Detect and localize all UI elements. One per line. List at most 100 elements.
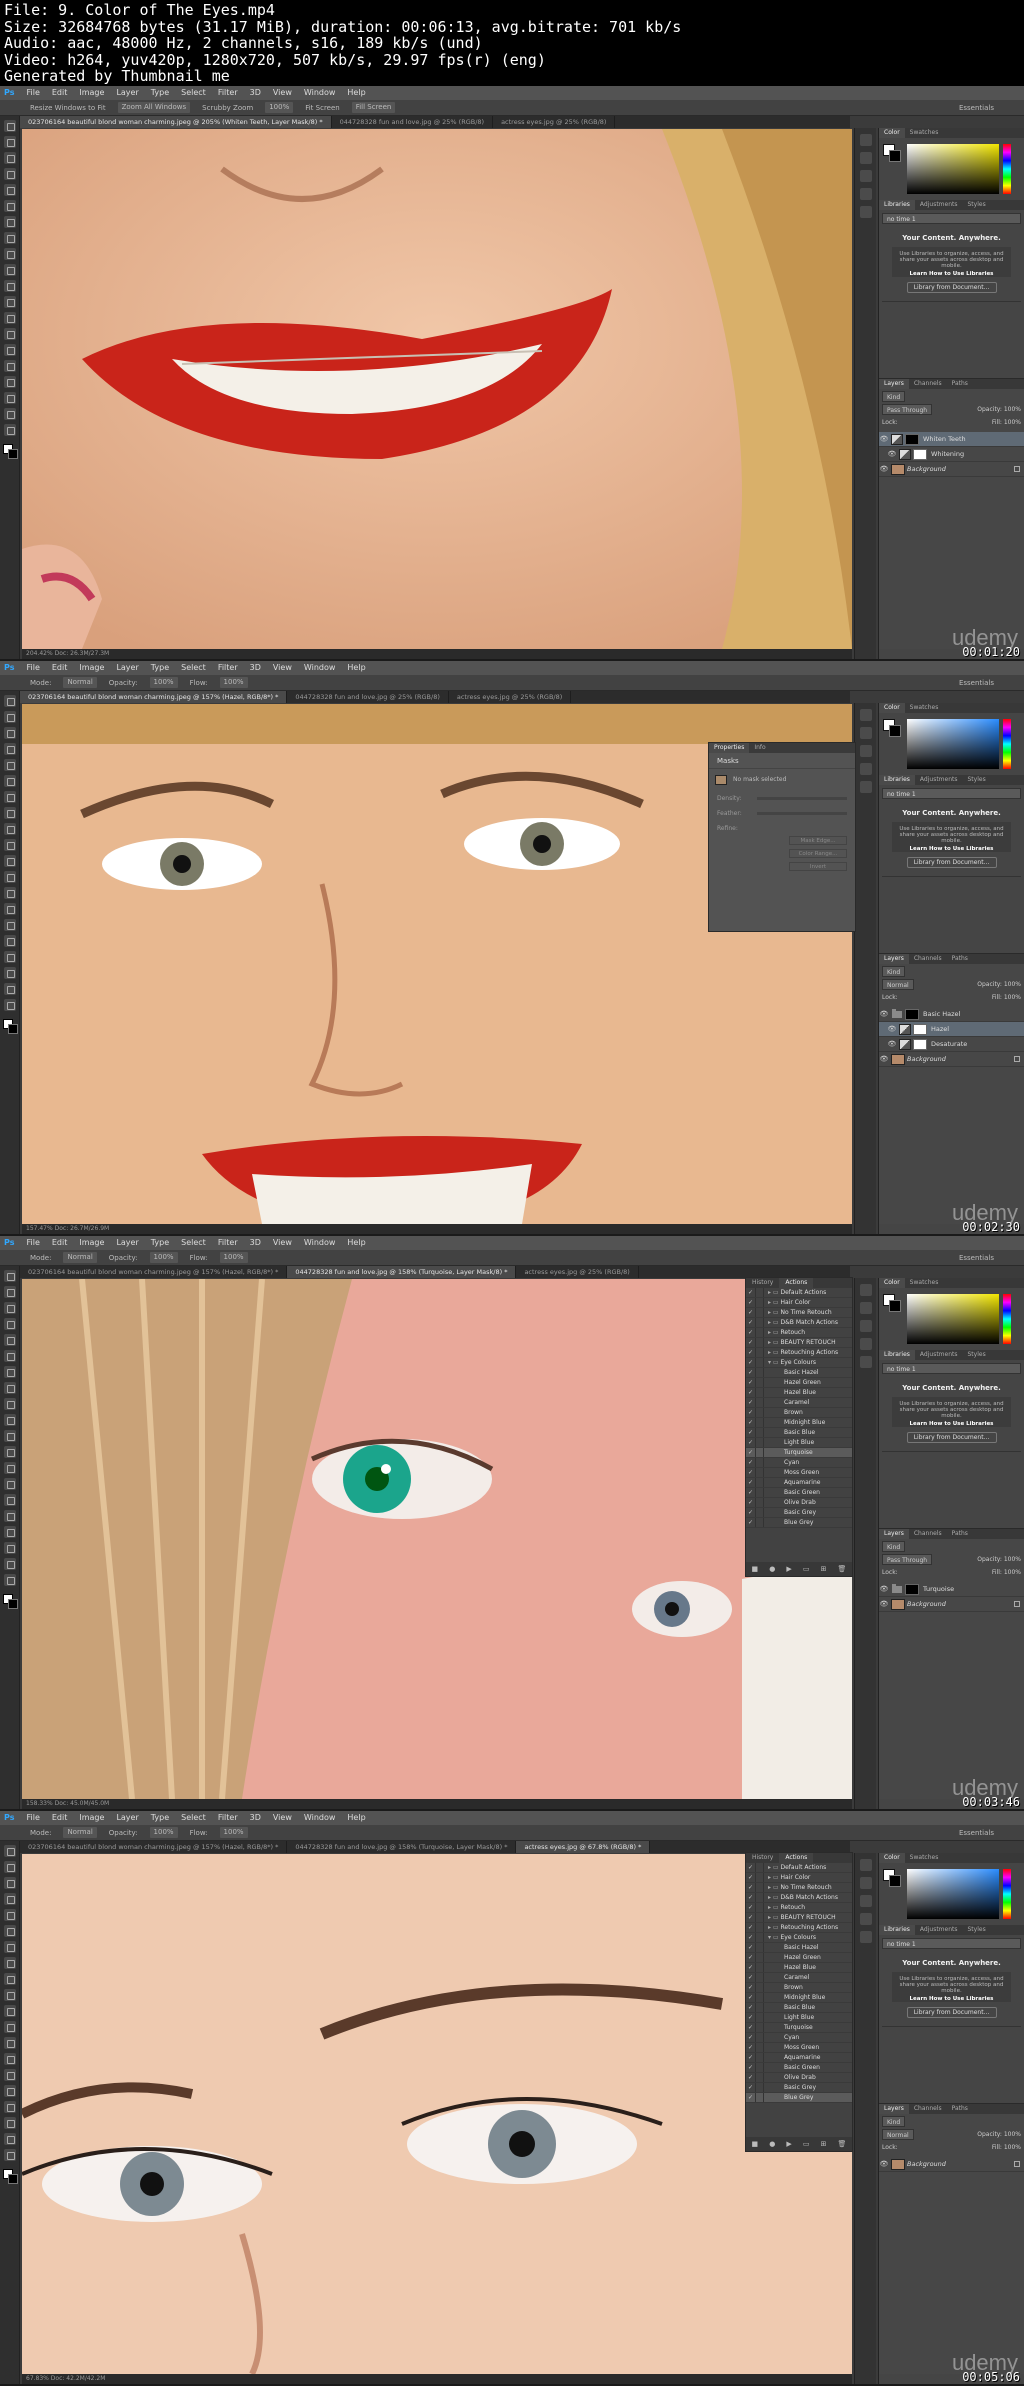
check-icon[interactable]: ✓ <box>746 2023 755 2032</box>
hand-tool-icon[interactable] <box>3 983 16 995</box>
visibility-eye-icon[interactable]: 👁 <box>887 1025 897 1033</box>
action-row[interactable]: ✓ Light Blue <box>746 2013 852 2023</box>
stop-icon[interactable]: ■ <box>752 2140 759 2148</box>
layer-row[interactable]: 👁 Background <box>879 1597 1024 1612</box>
layer-mask-thumbnail[interactable] <box>913 1038 927 1050</box>
document-tab[interactable]: 023706164 beautiful blond woman charming… <box>20 691 288 703</box>
menu-select[interactable]: Select <box>181 1811 206 1825</box>
option-item[interactable]: Normal <box>63 1827 97 1838</box>
hue-slider[interactable] <box>1003 144 1011 194</box>
action-row[interactable]: ✓ Turquoise <box>746 1448 852 1458</box>
document-tab[interactable]: 023706164 beautiful blond woman charming… <box>20 116 332 128</box>
filter-kind-dropdown[interactable]: Kind <box>882 966 906 977</box>
tab-channels[interactable]: Channels <box>909 379 947 389</box>
clone-stamp-tool-icon[interactable] <box>3 1973 16 1985</box>
visibility-eye-icon[interactable]: 👁 <box>879 2160 889 2168</box>
blur-tool-icon[interactable] <box>3 1462 16 1474</box>
opacity-field[interactable]: Opacity: 100% <box>977 2129 1021 2140</box>
type-tool-icon[interactable] <box>3 935 16 947</box>
document-tab[interactable]: actress eyes.jpg @ 25% (RGB/8) <box>449 691 572 703</box>
layer-mask-thumbnail[interactable] <box>905 1008 919 1020</box>
layer-row[interactable]: 👁 Desaturate <box>879 1037 1024 1052</box>
gradient-tool-icon[interactable] <box>3 1446 16 1458</box>
tab-paths[interactable]: Paths <box>947 2104 973 2114</box>
check-icon[interactable]: ✓ <box>746 1408 755 1417</box>
option-item[interactable]: Flow: <box>190 675 208 690</box>
eyedropper-tool-icon[interactable] <box>3 1925 16 1937</box>
quick-select-tool-icon[interactable] <box>3 168 16 180</box>
action-row[interactable]: ✓ Hazel Blue <box>746 1963 852 1973</box>
brush-panel-icon[interactable] <box>859 1356 872 1368</box>
dialog-toggle[interactable] <box>755 1318 764 1327</box>
new-set-icon[interactable]: ▭ <box>803 2140 810 2148</box>
menu-help[interactable]: Help <box>347 661 365 675</box>
brush-panel-icon[interactable] <box>859 206 872 218</box>
color-picker-field[interactable] <box>907 144 999 194</box>
tab-history[interactable]: History <box>746 1278 779 1288</box>
menu-edit[interactable]: Edit <box>52 1236 68 1250</box>
dialog-toggle[interactable] <box>755 1408 764 1417</box>
dialog-toggle[interactable] <box>755 1398 764 1407</box>
dialog-toggle[interactable] <box>755 2043 764 2052</box>
dialog-toggle[interactable] <box>755 1468 764 1477</box>
gradient-tool-icon[interactable] <box>3 296 16 308</box>
play-icon[interactable]: ▶ <box>786 2140 791 2148</box>
action-row[interactable]: ✓ Hair Color <box>746 1298 852 1308</box>
layer-row[interactable]: 👁 Background <box>879 1052 1024 1067</box>
shape-tool-icon[interactable] <box>3 392 16 404</box>
background-color-swatch[interactable] <box>889 150 901 162</box>
dialog-toggle[interactable] <box>755 1418 764 1427</box>
check-icon[interactable]: ✓ <box>746 1873 755 1882</box>
dialog-toggle[interactable] <box>755 1498 764 1507</box>
actions-panel-icon[interactable] <box>859 1302 872 1314</box>
option-item[interactable]: Mode: <box>30 1825 51 1840</box>
info-panel-icon[interactable] <box>859 1913 872 1925</box>
action-row[interactable]: ✓ Retouch <box>746 1328 852 1338</box>
visibility-eye-icon[interactable]: 👁 <box>887 450 897 458</box>
dialog-toggle[interactable] <box>755 2003 764 2012</box>
layer-mask-thumbnail[interactable] <box>905 1583 919 1595</box>
menu-file[interactable]: File <box>26 1811 39 1825</box>
eyedropper-tool-icon[interactable] <box>3 775 16 787</box>
history-panel-icon[interactable] <box>859 709 872 721</box>
menu-filter[interactable]: Filter <box>218 86 238 100</box>
check-icon[interactable]: ✓ <box>746 2083 755 2092</box>
menu-view[interactable]: View <box>273 86 292 100</box>
marquee-tool-icon[interactable] <box>3 711 16 723</box>
tab-channels[interactable]: Channels <box>909 1529 947 1539</box>
hue-slider[interactable] <box>1003 1869 1011 1919</box>
document-tab[interactable]: 044728328 fun and love.jpg @ 158% (Turqu… <box>287 1841 517 1853</box>
clone-stamp-tool-icon[interactable] <box>3 248 16 260</box>
dialog-toggle[interactable] <box>755 1388 764 1397</box>
workspace-switcher[interactable]: Essentials <box>959 675 994 691</box>
action-row[interactable]: ✓ Hazel Blue <box>746 1388 852 1398</box>
option-item[interactable]: Opacity: <box>109 1250 138 1265</box>
layer-row[interactable]: 👁 Whitening <box>879 447 1024 462</box>
tab-swatches[interactable]: Swatches <box>905 128 944 138</box>
color-picker-field[interactable] <box>907 719 999 769</box>
menu-file[interactable]: File <box>26 661 39 675</box>
menu-window[interactable]: Window <box>304 1236 336 1250</box>
menu-type[interactable]: Type <box>151 1811 169 1825</box>
check-icon[interactable]: ✓ <box>746 2093 755 2102</box>
workspace-switcher[interactable]: Essentials <box>959 1250 994 1266</box>
background-color-swatch[interactable] <box>889 1875 901 1887</box>
history-brush-tool-icon[interactable] <box>3 1414 16 1426</box>
menu-image[interactable]: Image <box>79 1236 104 1250</box>
visibility-eye-icon[interactable]: 👁 <box>879 1055 889 1063</box>
library-from-document-button[interactable]: Library from Document... <box>906 1432 997 1443</box>
dialog-toggle[interactable] <box>755 1458 764 1467</box>
opacity-field[interactable]: Opacity: 100% <box>977 404 1021 415</box>
brush-tool-icon[interactable] <box>3 807 16 819</box>
dialog-toggle[interactable] <box>755 1953 764 1962</box>
document-tab[interactable]: actress eyes.jpg @ 25% (RGB/8) <box>516 1266 639 1278</box>
check-icon[interactable]: ✓ <box>746 1893 755 1902</box>
tab-paths[interactable]: Paths <box>947 379 973 389</box>
menu-window[interactable]: Window <box>304 661 336 675</box>
document-tab[interactable]: 044728328 fun and love.jpg @ 25% (RGB/8) <box>332 116 494 128</box>
action-row[interactable]: ✓ Hazel Green <box>746 1378 852 1388</box>
gradient-tool-icon[interactable] <box>3 871 16 883</box>
move-tool-icon[interactable] <box>3 1845 16 1857</box>
clone-stamp-tool-icon[interactable] <box>3 1398 16 1410</box>
learn-libraries-link[interactable]: Learn How to Use Libraries <box>892 1421 1011 1427</box>
